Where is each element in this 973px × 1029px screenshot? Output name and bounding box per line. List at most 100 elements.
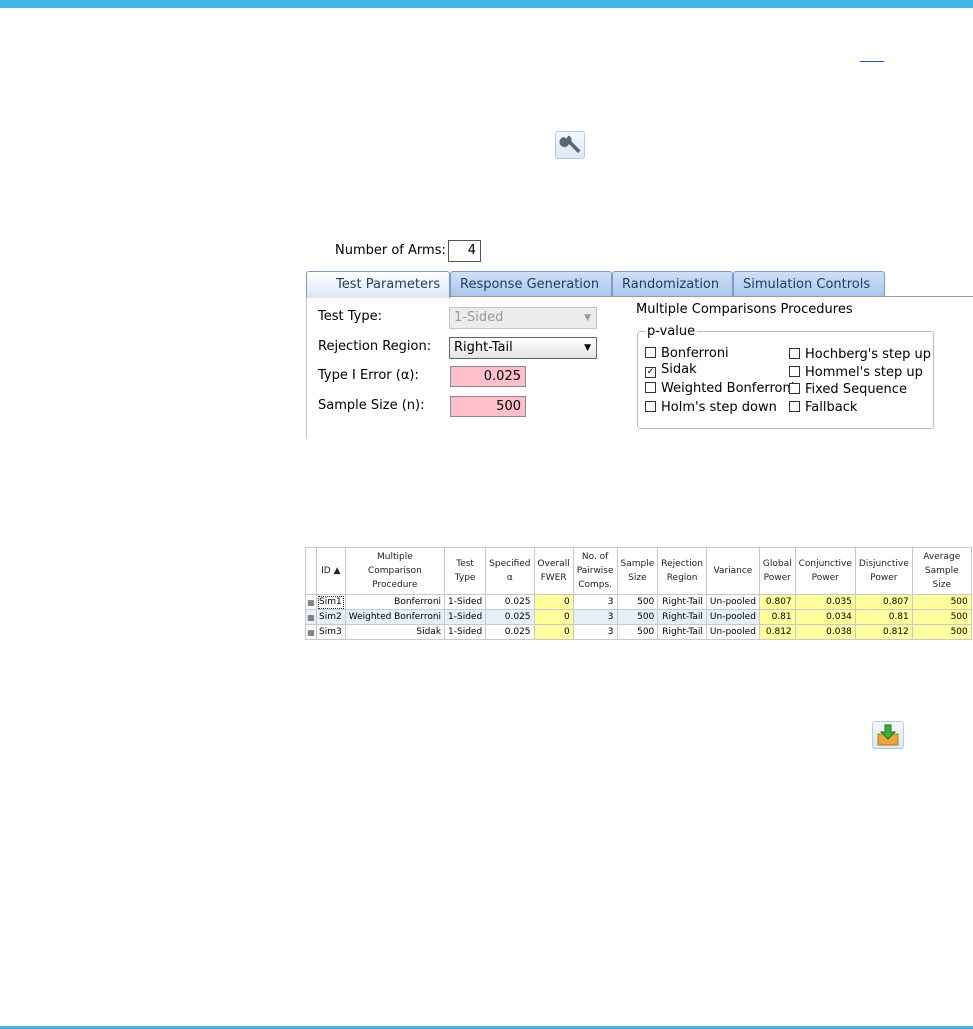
checkbox-hommel[interactable]: Hommel's step up bbox=[789, 365, 923, 380]
table-cell: 0 bbox=[533, 594, 574, 610]
table-cell: 500 bbox=[911, 624, 972, 640]
test-type-value: 1-Sided bbox=[454, 310, 504, 325]
table-header[interactable]: Variance bbox=[705, 547, 760, 595]
checkbox-hochberg[interactable]: Hochberg's step up bbox=[789, 347, 931, 362]
table-cell: 1-Sided bbox=[444, 594, 487, 610]
checkbox-box[interactable] bbox=[645, 401, 656, 412]
checkbox-bonferroni[interactable]: Bonferroni bbox=[645, 346, 729, 361]
checkbox-label: Weighted Bonferroni bbox=[661, 381, 795, 396]
checkbox-box[interactable] bbox=[789, 366, 800, 377]
table-cell: 0.81 bbox=[854, 609, 913, 625]
sim-row-icon[interactable]: ▦ bbox=[305, 609, 317, 625]
type1-error-label: Type I Error (α): bbox=[318, 368, 419, 383]
table-cell: 500 bbox=[616, 594, 659, 610]
table-header[interactable]: No. of Pairwise Comps. bbox=[572, 547, 618, 595]
checkbox-box[interactable] bbox=[789, 348, 800, 359]
mcp-title: Multiple Comparisons Procedures bbox=[636, 302, 853, 317]
table-cell: 0.035 bbox=[794, 594, 856, 610]
table-cell: Right-Tail bbox=[657, 624, 707, 640]
checkbox-label: Bonferroni bbox=[661, 346, 729, 361]
export-button[interactable] bbox=[872, 721, 904, 749]
table-header[interactable]: Disjunctive Power bbox=[854, 547, 913, 595]
header-label: ID bbox=[321, 566, 331, 576]
table-cell: 3 bbox=[572, 609, 618, 625]
pvalue-group-label: p-value bbox=[645, 324, 698, 339]
checkbox-sidak[interactable]: ✓ Sidak bbox=[645, 362, 697, 378]
table-cell: Un-pooled bbox=[705, 624, 760, 640]
checkbox-box[interactable] bbox=[645, 347, 656, 358]
table-cell: 500 bbox=[911, 594, 972, 610]
top-accent-bar bbox=[0, 0, 973, 8]
table-cell: Right-Tail bbox=[657, 594, 707, 610]
table-row[interactable]: ▦ Sim2 Weighted Bonferroni 1-Sided 0.025… bbox=[305, 609, 972, 625]
test-type-label: Test Type: bbox=[318, 309, 382, 324]
checkbox-holm[interactable]: Holm's step down bbox=[645, 400, 777, 415]
table-header[interactable]: Rejection Region bbox=[657, 547, 707, 595]
table-cell: Weighted Bonferroni bbox=[344, 609, 446, 625]
wrench-icon bbox=[559, 135, 581, 153]
sim-row-icon[interactable]: ▦ bbox=[305, 624, 317, 640]
table-cell: 0.807 bbox=[758, 594, 796, 610]
table-cell: Un-pooled bbox=[705, 609, 760, 625]
tab-test-parameters[interactable]: Test Parameters bbox=[306, 271, 450, 298]
table-cell: 0.807 bbox=[854, 594, 913, 610]
table-cell: 0.81 bbox=[758, 609, 796, 625]
table-header[interactable]: Specified α bbox=[485, 547, 535, 595]
table-header[interactable]: Sample Size bbox=[616, 547, 659, 595]
checkbox-label: Sidak bbox=[661, 362, 697, 377]
results-table: ID ▲ Multiple Comparison Procedure Test … bbox=[305, 547, 972, 640]
table-cell: 3 bbox=[572, 624, 618, 640]
table-cell: 0 bbox=[533, 609, 574, 625]
type1-error-input[interactable]: 0.025 bbox=[450, 366, 526, 387]
table-cell: Bonferroni bbox=[344, 594, 446, 610]
tab-simulation-controls[interactable]: Simulation Controls bbox=[733, 271, 885, 297]
checkbox-fallback[interactable]: Fallback bbox=[789, 400, 857, 415]
checkbox-label: Hochberg's step up bbox=[805, 347, 931, 362]
table-cell: 0.038 bbox=[794, 624, 856, 640]
checkbox-box[interactable] bbox=[645, 382, 656, 393]
checkbox-label: Fallback bbox=[805, 400, 858, 415]
table-header-icon bbox=[305, 547, 317, 595]
table-cell: Sidak bbox=[344, 624, 446, 640]
panel-border bbox=[306, 296, 307, 439]
sort-ascending-icon: ▲ bbox=[333, 566, 341, 576]
top-link[interactable] bbox=[860, 61, 884, 62]
table-header-id[interactable]: ID ▲ bbox=[316, 547, 346, 595]
table-cell: 0.812 bbox=[854, 624, 913, 640]
checkbox-box[interactable] bbox=[789, 401, 800, 412]
table-header[interactable]: Average Sample Size bbox=[911, 547, 972, 595]
settings-button[interactable] bbox=[555, 131, 585, 159]
table-cell: Right-Tail bbox=[657, 609, 707, 625]
checkbox-label: Hommel's step up bbox=[805, 365, 923, 380]
rejection-region-select[interactable]: Right-Tail ▼ bbox=[449, 337, 597, 359]
table-header[interactable]: Multiple Comparison Procedure bbox=[344, 547, 446, 595]
rejection-region-value: Right-Tail bbox=[454, 340, 513, 355]
table-cell: 1-Sided bbox=[444, 609, 487, 625]
number-of-arms-input[interactable]: 4 bbox=[448, 240, 481, 262]
table-header[interactable]: Test Type bbox=[444, 547, 487, 595]
checkbox-weighted-bonferroni[interactable]: Weighted Bonferroni bbox=[645, 381, 794, 396]
table-cell: 0 bbox=[533, 624, 574, 640]
sim-row-icon[interactable]: ▦ bbox=[305, 594, 317, 610]
table-header[interactable]: Conjunctive Power bbox=[794, 547, 856, 595]
sample-size-input[interactable]: 500 bbox=[450, 396, 526, 417]
tab-randomization[interactable]: Randomization bbox=[612, 271, 733, 297]
table-cell: 500 bbox=[616, 609, 659, 625]
rejection-region-label: Rejection Region: bbox=[318, 339, 432, 354]
table-row[interactable]: ▦ Sim3 Sidak 1-Sided 0.025 0 3 500 Right… bbox=[305, 624, 972, 640]
checkbox-box[interactable] bbox=[789, 383, 800, 394]
table-cell: Un-pooled bbox=[705, 594, 760, 610]
table-cell: Sim2 bbox=[316, 609, 346, 625]
export-icon bbox=[877, 724, 899, 746]
table-header[interactable]: Global Power bbox=[758, 547, 796, 595]
table-cell: 1-Sided bbox=[444, 624, 487, 640]
table-cell: 0.025 bbox=[485, 624, 535, 640]
tab-response-generation[interactable]: Response Generation bbox=[450, 271, 612, 297]
chevron-down-icon: ▼ bbox=[584, 313, 591, 323]
table-header-row: ID ▲ Multiple Comparison Procedure Test … bbox=[305, 547, 972, 595]
table-cell: Sim3 bbox=[316, 624, 346, 640]
checkmark-icon[interactable]: ✓ bbox=[645, 367, 656, 378]
checkbox-fixed-sequence[interactable]: Fixed Sequence bbox=[789, 382, 907, 397]
table-row[interactable]: ▦ Sim1 Bonferroni 1-Sided 0.025 0 3 500 … bbox=[305, 594, 972, 610]
table-header[interactable]: Overall FWER bbox=[533, 547, 574, 595]
